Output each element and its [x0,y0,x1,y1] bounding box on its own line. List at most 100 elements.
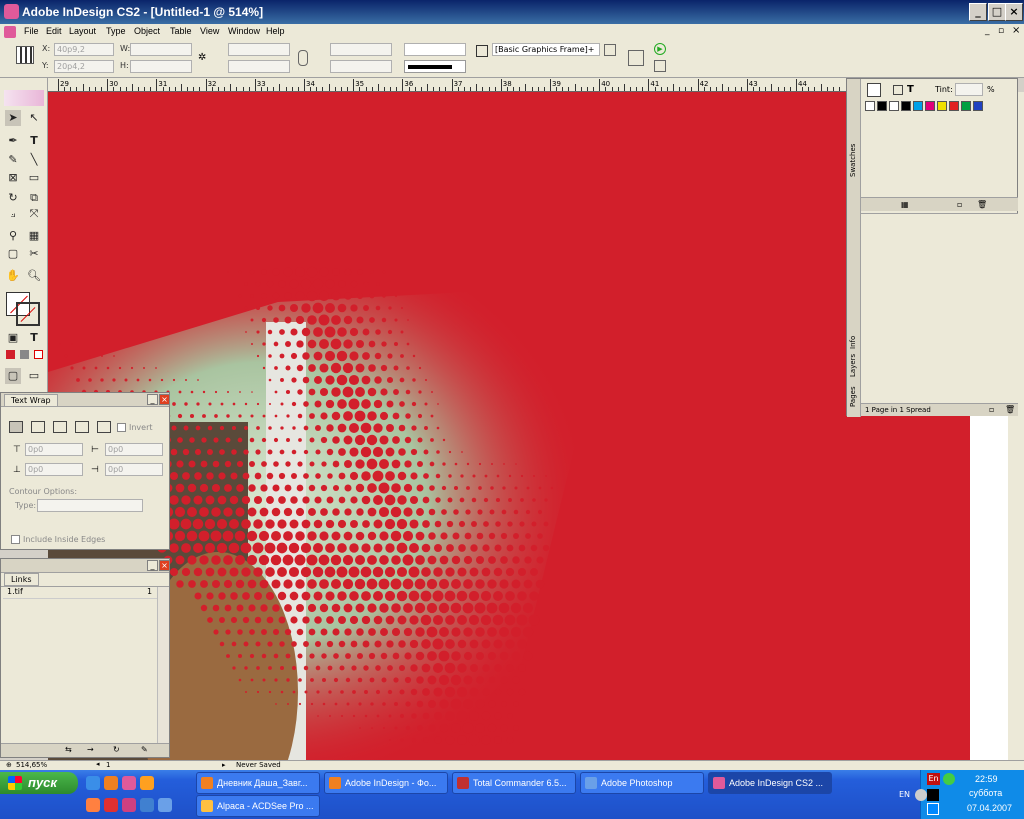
page-nav-prev-icon[interactable]: ◂ [96,760,100,768]
wrap-none-icon[interactable] [9,421,23,433]
taskbar-button-diary[interactable]: Дневник Даша_Завг... [196,772,320,794]
menu-table[interactable]: Table [170,26,192,36]
goto-link-icon[interactable]: → [87,745,94,754]
gear-icon[interactable]: ✲ [198,52,208,64]
swatch[interactable] [937,101,947,111]
pink-app-icon[interactable] [122,798,136,812]
menu-type[interactable]: Type [106,26,126,36]
menu-file[interactable]: File [24,26,39,36]
gradient-tool-icon[interactable]: ▦ [26,228,42,244]
language-bar[interactable]: EN [899,790,910,799]
wrap-bbox-icon[interactable] [31,421,45,433]
tray-alpaca-icon[interactable] [927,803,939,815]
swatch-container-icon[interactable] [893,85,903,95]
bottom-offset-field[interactable]: 0p0 [25,463,83,476]
zoom-field[interactable]: 514,65% [16,761,47,769]
stroke-type-select[interactable] [404,60,466,73]
start-button[interactable]: пуск [0,772,78,794]
links-close-button[interactable]: × [159,560,170,571]
quicklaunch-app-icon[interactable] [86,798,100,812]
links-scrollbar[interactable] [157,587,169,743]
flower-app-icon[interactable] [122,776,136,790]
left-offset-field[interactable]: 0p0 [105,443,163,456]
text-wrap-tab[interactable]: Text Wrap [4,394,58,407]
close-button[interactable]: × [1005,3,1023,21]
new-swatch-icon[interactable]: ▫ [957,200,962,209]
swatch[interactable] [925,101,935,111]
direct-selection-tool-icon[interactable]: ↖ [26,110,42,126]
shear-field[interactable] [330,60,392,73]
top-offset-field[interactable]: 0p0 [25,443,83,456]
invert-checkbox[interactable] [117,423,126,432]
messenger-icon[interactable] [943,773,955,785]
hand-tool-icon[interactable]: ✋ [5,268,21,284]
wrap-shape-icon[interactable] [53,421,67,433]
taskbar-button-indesign-fo[interactable]: Adobe InDesign - Фо... [324,772,448,794]
show-all-icon[interactable]: ▦ [901,200,909,209]
right-offset-field[interactable]: 0p0 [105,463,163,476]
apply-gradient-icon[interactable] [20,350,29,359]
tint-field[interactable] [955,83,983,96]
document-app-icon[interactable] [140,798,154,812]
apply-color-icon[interactable] [6,350,15,359]
selection-tool-icon[interactable]: ➤ [5,110,21,126]
swatch-text-icon[interactable]: T [907,84,914,95]
show-desktop-icon[interactable] [86,776,100,790]
free-transform-tool-icon[interactable]: ⤧ [26,206,42,222]
apply-none-icon[interactable] [34,350,43,359]
pen-tool-icon[interactable]: ✒ [5,133,21,149]
contour-type-select[interactable] [37,499,143,512]
swatch[interactable] [913,101,923,111]
relink-icon[interactable]: ⇆ [65,745,72,754]
swatch[interactable] [877,101,887,111]
scissors-tool-icon[interactable]: ✂ [26,246,42,262]
scale-tool-icon[interactable]: ⧉ [26,190,42,206]
new-page-icon[interactable]: ▫ [989,405,994,414]
button-tool-icon[interactable]: ▢ [5,246,21,262]
stroke-weight-select[interactable] [404,43,466,56]
pencil-tool-icon[interactable]: ✎ [5,152,21,168]
style-options-icon[interactable] [604,44,616,56]
swatch[interactable] [949,101,959,111]
include-edges-checkbox[interactable] [11,535,20,544]
taskbar-button-indesign-cs2[interactable]: Adobe InDesign CS2 ... [708,772,832,794]
opera-icon[interactable] [104,798,118,812]
firefox-icon[interactable] [104,776,118,790]
play-icon[interactable]: ▶ [654,43,666,55]
lang-indicator[interactable]: En [927,773,940,785]
scale-x-field[interactable] [228,43,290,56]
menu-object[interactable]: Object [134,26,160,36]
link-row[interactable]: 1.tif 1 [3,587,157,599]
h-field[interactable] [130,60,192,73]
panel-close-button[interactable]: × [159,394,170,405]
type-tool-icon[interactable]: T [26,133,42,149]
update-link-icon[interactable]: ↻ [113,745,120,754]
tray-app-icon[interactable] [927,789,939,801]
collapse-tray-icon[interactable] [915,789,927,801]
rotate-tool-icon[interactable]: ↻ [5,190,21,206]
eyedropper-tool-icon[interactable]: ⚲ [5,228,21,244]
rectangle-tool-icon[interactable]: ▭ [26,170,42,186]
rectangle-frame-tool-icon[interactable]: ⊠ [5,170,21,186]
computer-icon[interactable] [158,798,172,812]
swatch-fill-icon[interactable] [867,83,881,97]
page-field[interactable]: 1 [106,761,110,769]
menu-view[interactable]: View [200,26,219,36]
x-field[interactable]: 40p9,2 [54,43,114,56]
swatch[interactable] [973,101,983,111]
menu-layout[interactable]: Layout [69,26,96,36]
constrain-link-icon[interactable] [298,50,308,66]
menu-edit[interactable]: Edit [46,26,62,36]
swatch[interactable] [865,101,875,111]
menu-window[interactable]: Window [228,26,260,36]
line-tool-icon[interactable]: ╲ [26,152,42,168]
tab-info[interactable]: Info [849,336,857,349]
shear-tool-icon[interactable]: ⟓ [5,206,21,222]
taskbar-button-total-commander[interactable]: Total Commander 6.5... [452,772,576,794]
scale-y-field[interactable] [228,60,290,73]
w-field[interactable] [130,43,192,56]
links-minimize-button[interactable]: _ [147,560,158,571]
panel-menu-icon[interactable] [654,60,666,72]
stroke-swatch[interactable] [16,302,40,326]
rotate-field[interactable] [330,43,392,56]
